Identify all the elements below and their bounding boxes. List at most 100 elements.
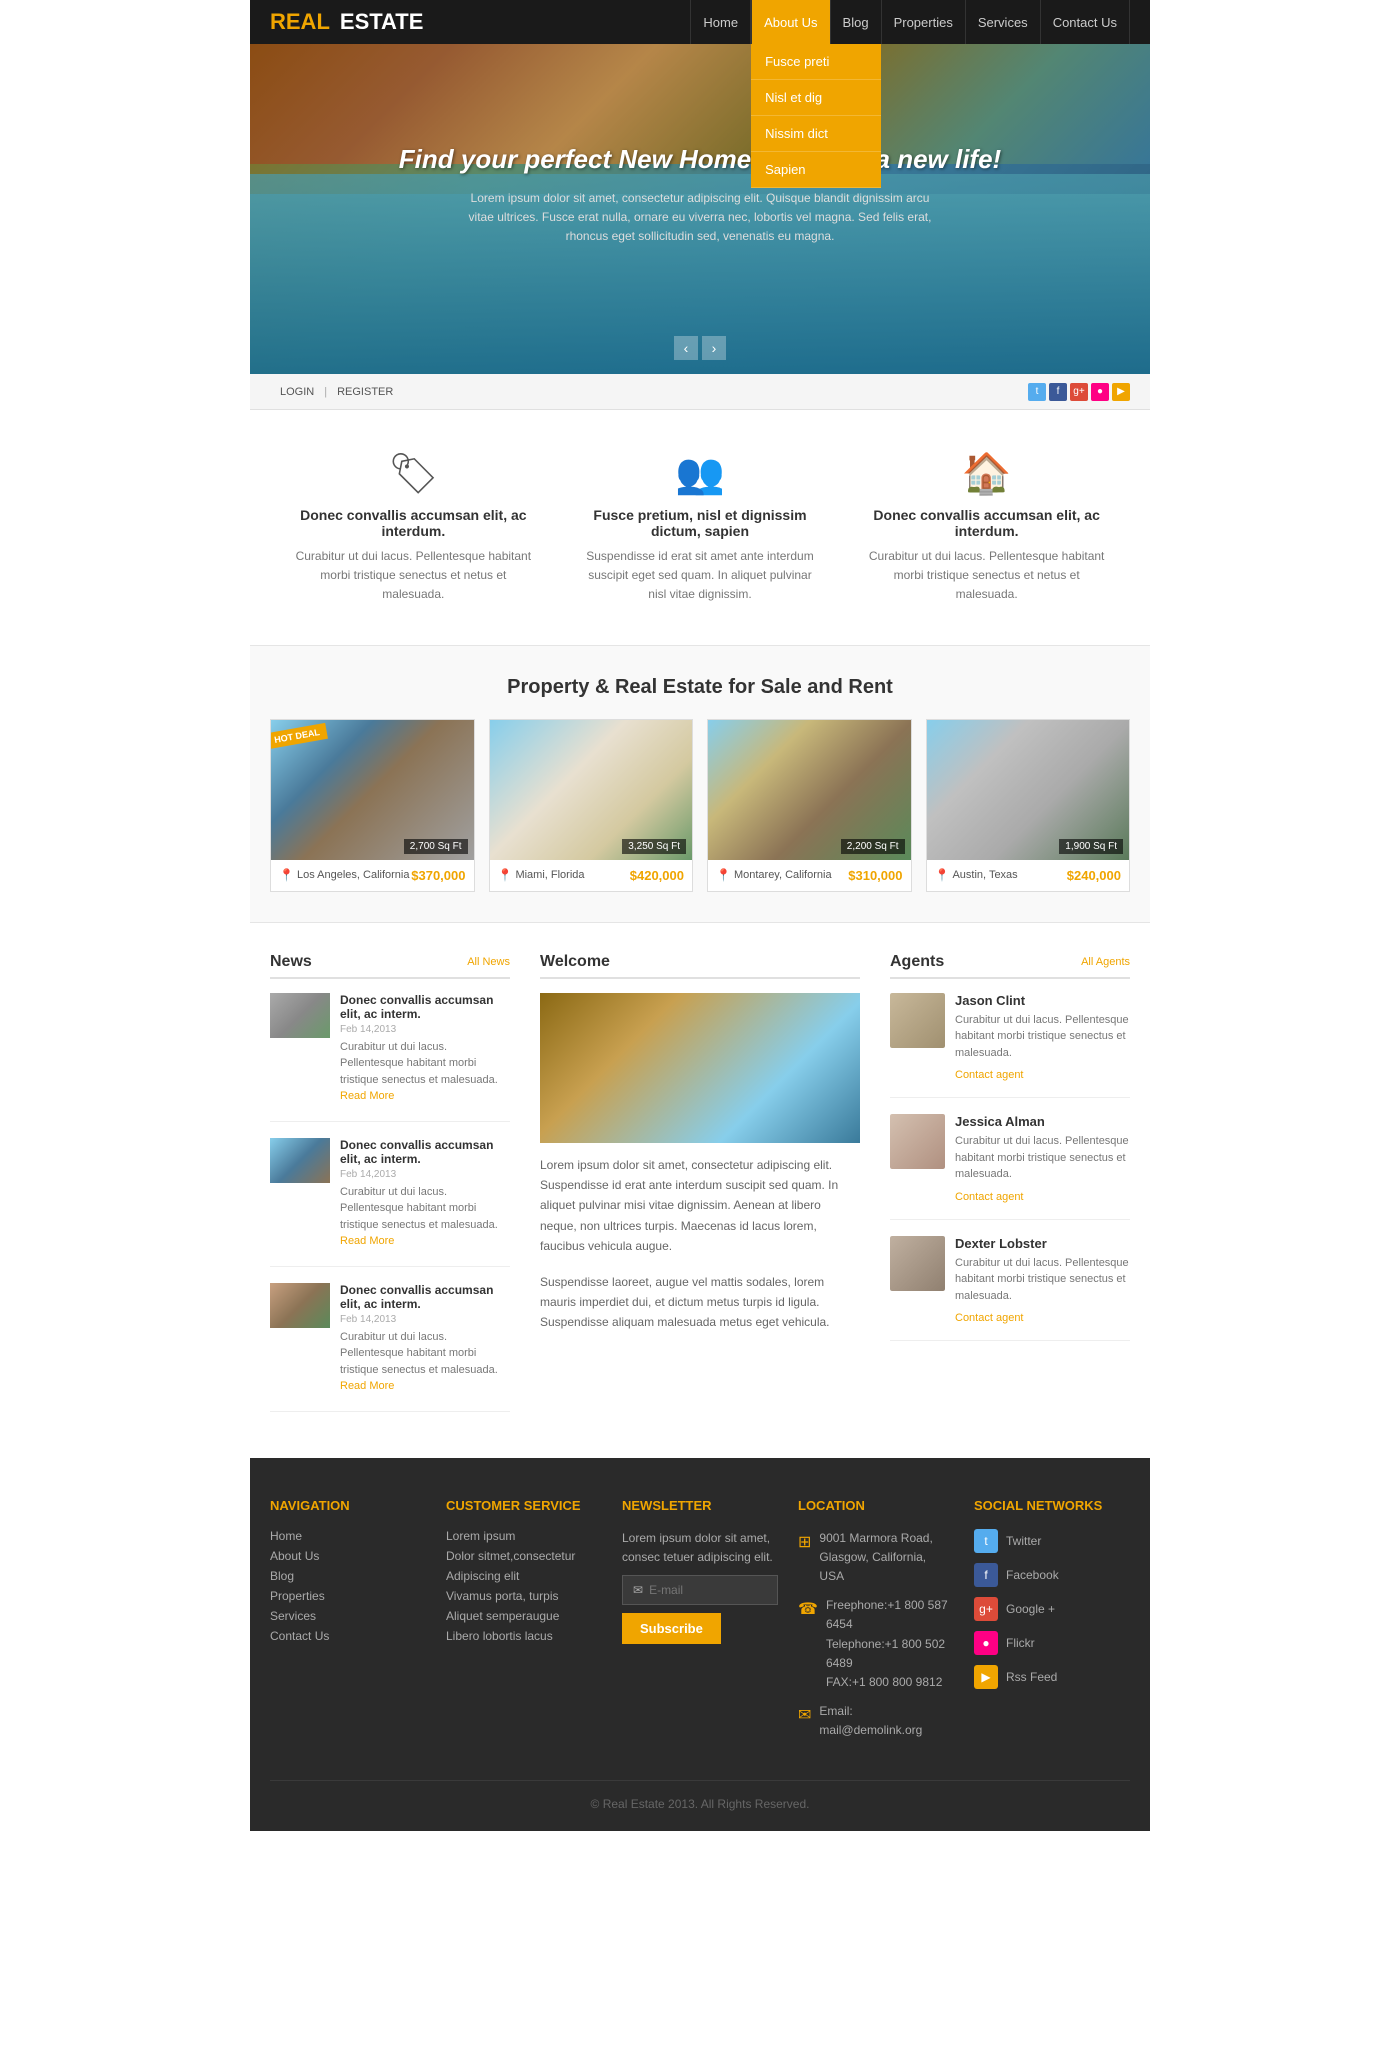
read-more-1[interactable]: Read More (340, 1090, 394, 1102)
map-pin-icon-3: 📍 (716, 868, 731, 882)
facebook-label: Facebook (1006, 1568, 1059, 1582)
feature-2: 👥 Fusce pretium, nisl et dignissim dictu… (580, 450, 820, 605)
footer-link-home[interactable]: Home (270, 1529, 426, 1543)
flickr-label: Flickr (1006, 1636, 1035, 1650)
nav-about[interactable]: About Us (751, 0, 830, 44)
prop-price-1: $370,000 (411, 868, 465, 883)
news-header: News All News (270, 953, 510, 979)
rss-label: Rss Feed (1006, 1670, 1057, 1684)
location-address: ⊞ 9001 Marmora Road, Glasgow, California… (798, 1529, 954, 1587)
subscribe-button[interactable]: Subscribe (622, 1613, 721, 1644)
property-card-2[interactable]: 3,250 Sq Ft 📍Miami, Florida $420,000 (489, 719, 694, 892)
footer-link-services[interactable]: Services (270, 1609, 426, 1623)
sqft-badge-4: 1,900 Sq Ft (1059, 839, 1123, 854)
agent-name-3: Dexter Lobster (955, 1236, 1130, 1251)
contact-agent-1[interactable]: Contact agent (955, 1069, 1024, 1081)
news-title-1: Donec convallis accumsan elit, ac interm… (340, 993, 510, 1021)
news-content-2: Donec convallis accumsan elit, ac interm… (340, 1138, 510, 1250)
welcome-text-2: Suspendisse laoreet, augue vel mattis so… (540, 1272, 860, 1333)
dropdown-item-3[interactable]: Nissim dict (751, 116, 881, 152)
footer-service-1[interactable]: Lorem ipsum (446, 1529, 602, 1543)
footer-nav-col: Navigation Home About Us Blog Properties… (270, 1498, 426, 1751)
news-item-3: Donec convallis accumsan elit, ac interm… (270, 1283, 510, 1412)
prev-arrow[interactable]: ‹ (674, 336, 698, 360)
agent-item-2: Jessica Alman Curabitur ut dui lacus. Pe… (890, 1114, 1130, 1220)
login-bar: LOGIN | REGISTER t f g+ ● ▶ (250, 374, 1150, 410)
logo: REAL ESTATE (270, 9, 423, 35)
nav-home[interactable]: Home (690, 0, 751, 44)
nav-properties[interactable]: Properties (882, 0, 966, 44)
footer-service-4[interactable]: Vivamus porta, turpis (446, 1589, 602, 1603)
twitter-icon-bar[interactable]: t (1028, 383, 1046, 401)
facebook-icon-bar[interactable]: f (1049, 383, 1067, 401)
sqft-badge-3: 2,200 Sq Ft (841, 839, 905, 854)
feature-3: 🏠 Donec convallis accumsan elit, ac inte… (867, 450, 1107, 605)
read-more-2[interactable]: Read More (340, 1235, 394, 1247)
phone-icon: ☎ (798, 1597, 818, 1623)
news-text-1: Curabitur ut dui lacus. Pellentesque hab… (340, 1039, 510, 1105)
register-link[interactable]: REGISTER (327, 386, 403, 398)
next-arrow[interactable]: › (702, 336, 726, 360)
dropdown-item-1[interactable]: Fusce preti (751, 44, 881, 80)
footer-link-blog[interactable]: Blog (270, 1569, 426, 1583)
login-link[interactable]: LOGIN (270, 386, 324, 398)
property-img-3: 2,200 Sq Ft (708, 720, 911, 860)
nav-blog[interactable]: Blog (831, 0, 882, 44)
footer-newsletter-col: Newsletter Lorem ipsum dolor sit amet, c… (622, 1498, 778, 1751)
agent-item-1: Jason Clint Curabitur ut dui lacus. Pell… (890, 993, 1130, 1099)
dropdown-item-2[interactable]: Nisl et dig (751, 80, 881, 116)
property-info-3: 📍Montarey, California $310,000 (708, 860, 911, 891)
footer-social-title: Social Networks (974, 1498, 1130, 1513)
footer-link-properties[interactable]: Properties (270, 1589, 426, 1603)
newsletter-form: ✉ Subscribe (622, 1575, 778, 1644)
map-pin-icon-2: 📍 (498, 868, 513, 882)
property-img-1: HOT DEAL 2,700 Sq Ft (271, 720, 474, 860)
footer-newsletter-desc: Lorem ipsum dolor sit amet, consec tetue… (622, 1529, 778, 1567)
footer-link-contact[interactable]: Contact Us (270, 1629, 426, 1643)
nav-contact[interactable]: Contact Us (1041, 0, 1130, 44)
agent-desc-3: Curabitur ut dui lacus. Pellentesque hab… (955, 1255, 1130, 1305)
people-icon: 👥 (580, 450, 820, 497)
address-text: 9001 Marmora Road, Glasgow, California, … (819, 1529, 954, 1587)
news-title: News (270, 953, 312, 971)
contact-agent-2[interactable]: Contact agent (955, 1191, 1024, 1203)
footer-service-2[interactable]: Dolor sitmet,consectetur (446, 1549, 602, 1563)
logo-estate: ESTATE (340, 9, 424, 35)
footer: Navigation Home About Us Blog Properties… (250, 1458, 1150, 1832)
agent-name-1: Jason Clint (955, 993, 1130, 1008)
email-input[interactable] (649, 1583, 767, 1597)
rss-icon-bar[interactable]: ▶ (1112, 383, 1130, 401)
property-card-3[interactable]: 2,200 Sq Ft 📍Montarey, California $310,0… (707, 719, 912, 892)
social-twitter[interactable]: t Twitter (974, 1529, 1130, 1553)
read-more-3[interactable]: Read More (340, 1380, 394, 1392)
agents-title: Agents (890, 953, 944, 971)
footer-service-6[interactable]: Libero lobortis lacus (446, 1629, 602, 1643)
news-thumb-1 (270, 993, 330, 1038)
property-card-4[interactable]: 1,900 Sq Ft 📍Austin, Texas $240,000 (926, 719, 1131, 892)
feature-2-title: Fusce pretium, nisl et dignissim dictum,… (580, 507, 820, 539)
footer-service-5[interactable]: Aliquet semperaugue (446, 1609, 602, 1623)
social-facebook[interactable]: f Facebook (974, 1563, 1130, 1587)
social-flickr[interactable]: ● Flickr (974, 1631, 1130, 1655)
all-agents-link[interactable]: All Agents (1081, 956, 1130, 968)
googleplus-icon-bar[interactable]: g+ (1070, 383, 1088, 401)
footer-service-3[interactable]: Adipiscing elit (446, 1569, 602, 1583)
footer-link-about[interactable]: About Us (270, 1549, 426, 1563)
properties-grid: HOT DEAL 2,700 Sq Ft 📍Los Angeles, Calif… (270, 719, 1130, 892)
property-info-2: 📍Miami, Florida $420,000 (490, 860, 693, 891)
property-card-1[interactable]: HOT DEAL 2,700 Sq Ft 📍Los Angeles, Calif… (270, 719, 475, 892)
dropdown-item-4[interactable]: Sapien (751, 152, 881, 188)
hero-description: Lorem ipsum dolor sit amet, consectetur … (460, 189, 940, 247)
agent-desc-1: Curabitur ut dui lacus. Pellentesque hab… (955, 1012, 1130, 1062)
social-googleplus[interactable]: g+ Google + (974, 1597, 1130, 1621)
copyright-text: © Real Estate 2013. All Rights Reserved. (591, 1797, 810, 1811)
flickr-icon-bar[interactable]: ● (1091, 383, 1109, 401)
social-rss[interactable]: ▶ Rss Feed (974, 1665, 1130, 1689)
nav-services[interactable]: Services (966, 0, 1041, 44)
agent-item-3: Dexter Lobster Curabitur ut dui lacus. P… (890, 1236, 1130, 1342)
contact-agent-3[interactable]: Contact agent (955, 1312, 1024, 1324)
news-date-2: Feb 14,2013 (340, 1169, 510, 1180)
all-news-link[interactable]: All News (467, 956, 510, 968)
location-email: ✉ Email: mail@demolink.org (798, 1702, 954, 1740)
footer-location-title: Location (798, 1498, 954, 1513)
